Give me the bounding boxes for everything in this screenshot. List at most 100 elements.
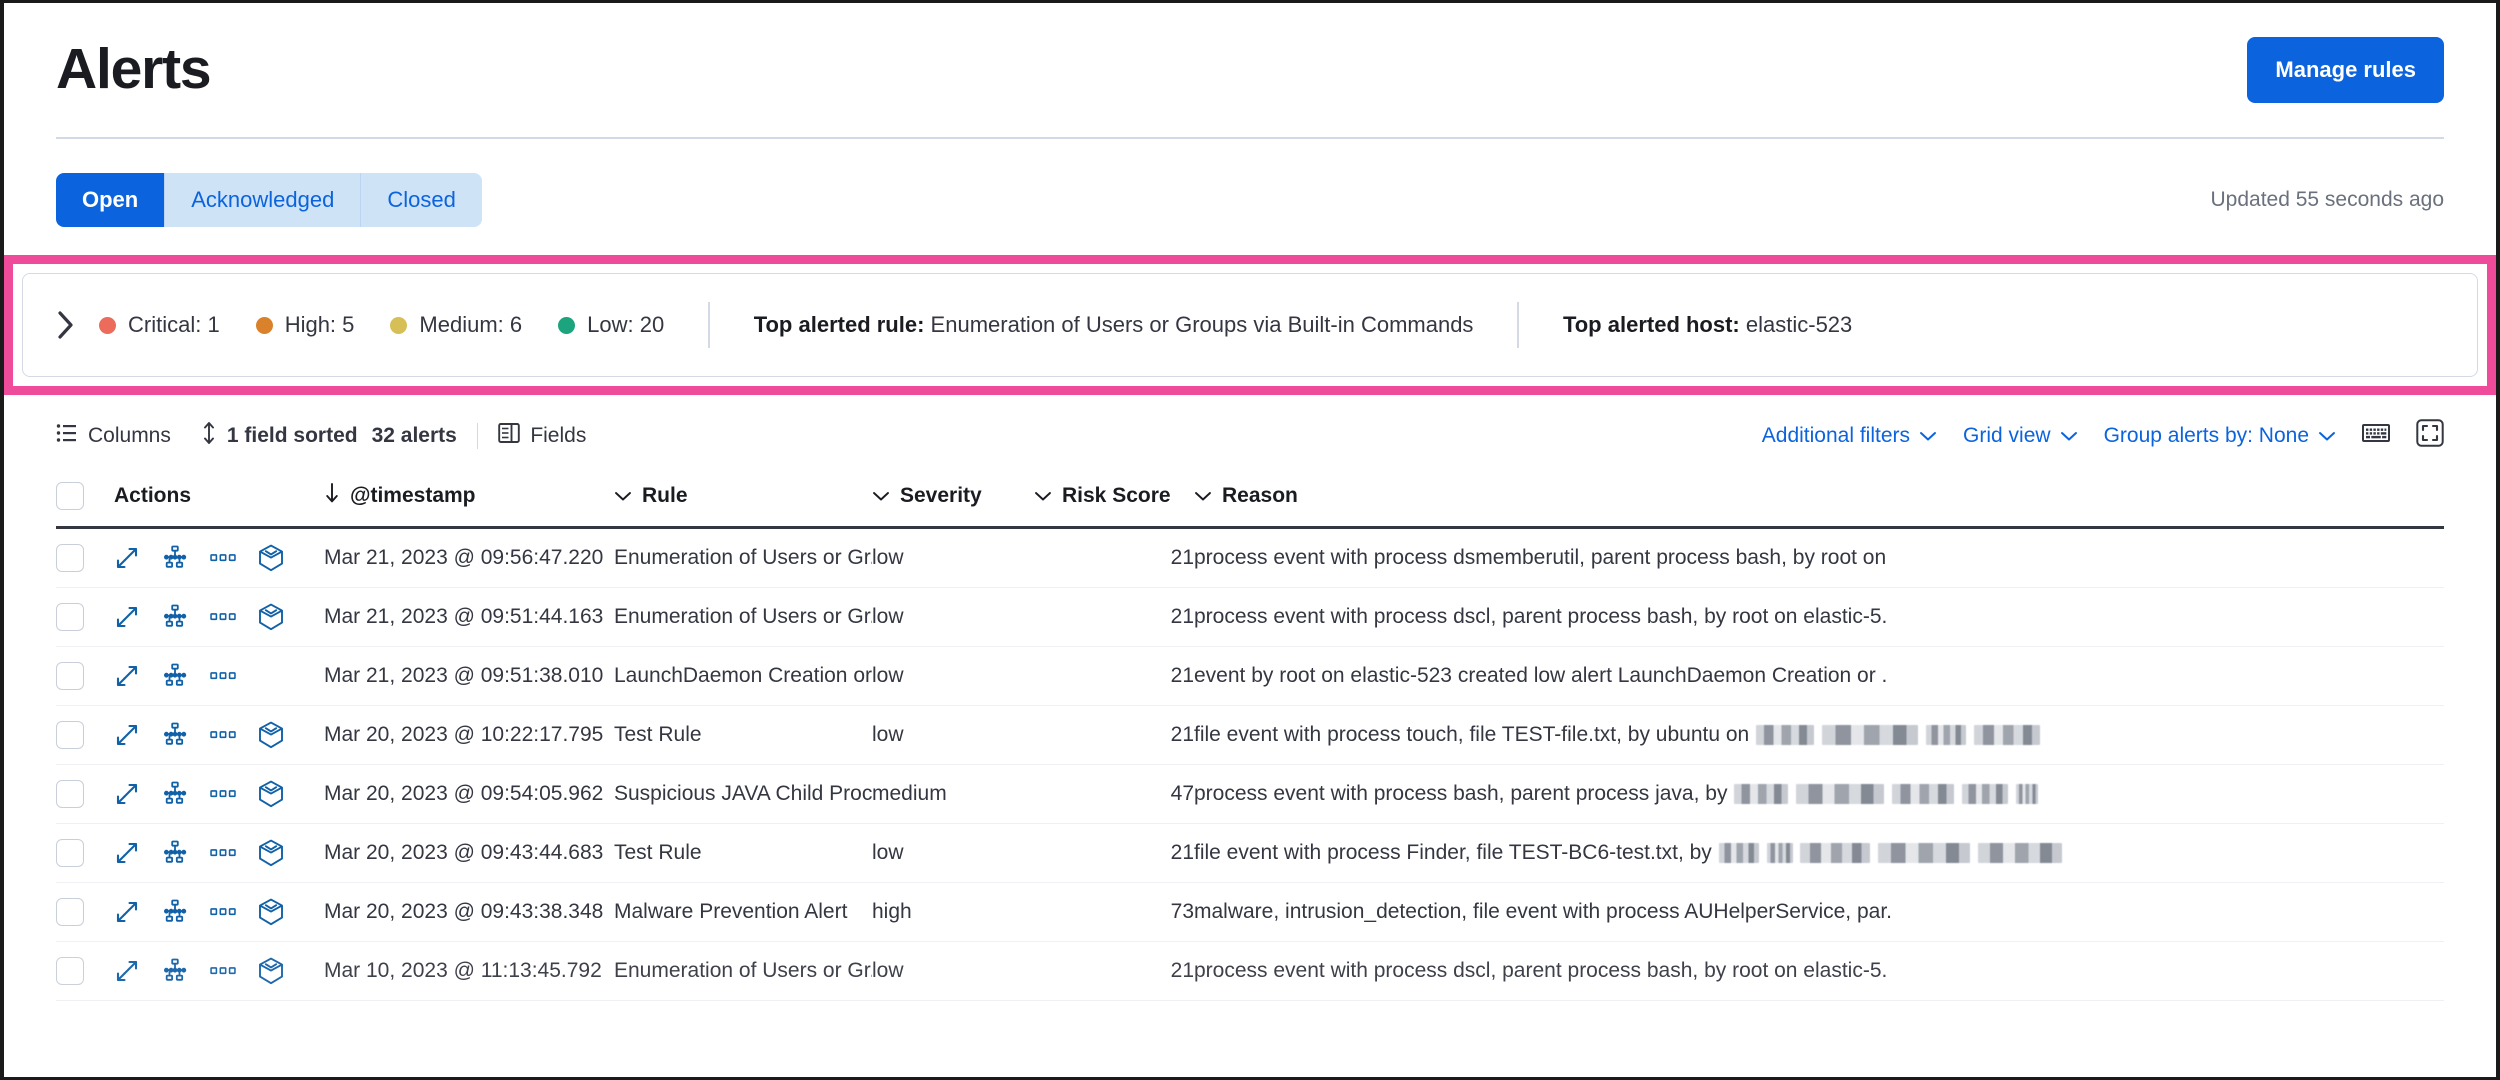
row-select-cell bbox=[56, 705, 114, 765]
row-checkbox[interactable] bbox=[56, 898, 84, 926]
table-row[interactable]: Mar 20, 2023 @ 09:54:05.962 Suspicious JA… bbox=[56, 764, 2444, 824]
column-header-severity[interactable]: Severity bbox=[872, 468, 1034, 529]
analyzer-icon[interactable] bbox=[162, 663, 188, 689]
severity-critical[interactable]: Critical: 1 bbox=[99, 312, 220, 338]
session-view-icon[interactable] bbox=[258, 898, 284, 926]
cell-rule: Suspicious JAVA Child Proc... bbox=[614, 764, 872, 824]
expand-icon[interactable] bbox=[114, 545, 140, 571]
fullscreen-button[interactable] bbox=[2416, 419, 2444, 452]
cell-severity: high bbox=[872, 882, 1034, 942]
more-actions-icon[interactable] bbox=[210, 663, 236, 689]
row-checkbox[interactable] bbox=[56, 839, 84, 867]
table-row[interactable]: Mar 21, 2023 @ 09:56:47.220 Enumeration o… bbox=[56, 527, 2444, 588]
status-filter-group[interactable]: Open Acknowledged Closed bbox=[56, 173, 482, 227]
alerts-summary-panel: Critical: 1 High: 5 Medium: 6 Low: 20 To… bbox=[22, 273, 2478, 377]
tab-open[interactable]: Open bbox=[56, 173, 166, 227]
table-row[interactable]: Mar 20, 2023 @ 09:43:44.683 Test Rule low 2… bbox=[56, 823, 2444, 883]
keyboard-icon bbox=[2362, 422, 2390, 449]
column-header-timestamp[interactable]: @timestamp bbox=[324, 468, 614, 529]
session-view-icon[interactable] bbox=[258, 721, 284, 749]
row-checkbox[interactable] bbox=[56, 721, 84, 749]
expand-icon[interactable] bbox=[114, 663, 140, 689]
cell-risk-score: 21 bbox=[1034, 587, 1194, 647]
expand-icon[interactable] bbox=[114, 722, 140, 748]
more-actions-icon[interactable] bbox=[210, 958, 236, 984]
row-checkbox[interactable] bbox=[56, 780, 84, 808]
table-row[interactable]: Mar 21, 2023 @ 09:51:44.163 Enumeration o… bbox=[56, 587, 2444, 647]
table-body: Mar 21, 2023 @ 09:56:47.220 Enumeration o… bbox=[56, 527, 2444, 1001]
row-select-cell bbox=[56, 764, 114, 824]
row-select-cell bbox=[56, 941, 114, 1001]
session-view-icon[interactable] bbox=[258, 544, 284, 572]
chevron-down-icon[interactable] bbox=[1194, 484, 1212, 508]
tab-closed[interactable]: Closed bbox=[361, 173, 482, 227]
row-select-cell bbox=[56, 646, 114, 706]
row-checkbox[interactable] bbox=[56, 957, 84, 985]
analyzer-icon[interactable] bbox=[162, 840, 188, 866]
table-row[interactable]: Mar 20, 2023 @ 10:22:17.795 Test Rule low 2… bbox=[56, 705, 2444, 765]
row-actions-cell bbox=[114, 823, 324, 883]
manage-rules-button[interactable]: Manage rules bbox=[2247, 37, 2444, 103]
row-checkbox[interactable] bbox=[56, 544, 84, 572]
tab-acknowledged[interactable]: Acknowledged bbox=[165, 173, 362, 227]
table-row[interactable]: Mar 20, 2023 @ 09:43:38.348 Malware Preve… bbox=[56, 882, 2444, 942]
chevron-down-icon[interactable] bbox=[872, 484, 890, 508]
sort-updown-icon bbox=[201, 421, 217, 450]
chevron-down-icon[interactable] bbox=[1034, 484, 1052, 508]
sort-fields-button[interactable]: 1 field sorted bbox=[201, 421, 358, 450]
grid-view-label: Grid view bbox=[1963, 423, 2051, 447]
chevron-down-icon[interactable] bbox=[614, 484, 632, 508]
more-actions-icon[interactable] bbox=[210, 545, 236, 571]
row-checkbox[interactable] bbox=[56, 603, 84, 631]
keyboard-shortcuts-button[interactable] bbox=[2362, 422, 2390, 449]
more-actions-icon[interactable] bbox=[210, 899, 236, 925]
session-view-icon[interactable] bbox=[258, 839, 284, 867]
session-view-icon[interactable] bbox=[258, 957, 284, 985]
more-actions-icon[interactable] bbox=[210, 722, 236, 748]
analyzer-icon[interactable] bbox=[162, 899, 188, 925]
expand-icon[interactable] bbox=[114, 781, 140, 807]
redacted-text bbox=[1733, 782, 2038, 805]
cell-rule: LaunchDaemon Creation or... bbox=[614, 646, 872, 706]
additional-filters-label: Additional filters bbox=[1761, 423, 1911, 447]
column-header-risk-score[interactable]: Risk Score bbox=[1034, 468, 1194, 529]
column-header-rule[interactable]: Rule bbox=[614, 468, 872, 529]
sorted-fields-label: 1 field sorted bbox=[226, 423, 358, 447]
expand-icon[interactable] bbox=[114, 840, 140, 866]
expand-icon[interactable] bbox=[114, 958, 140, 984]
session-view-icon[interactable] bbox=[258, 780, 284, 808]
more-actions-icon[interactable] bbox=[210, 781, 236, 807]
analyzer-icon[interactable] bbox=[162, 545, 188, 571]
cell-rule: Malware Prevention Alert bbox=[614, 882, 872, 942]
severity-low[interactable]: Low: 20 bbox=[558, 312, 664, 338]
analyzer-icon[interactable] bbox=[162, 781, 188, 807]
grid-view-button[interactable]: Grid view bbox=[1963, 424, 2078, 448]
chevron-right-icon[interactable] bbox=[49, 308, 83, 342]
columns-button[interactable]: Columns bbox=[56, 423, 171, 449]
severity-high[interactable]: High: 5 bbox=[255, 312, 354, 338]
analyzer-icon[interactable] bbox=[162, 604, 188, 630]
more-actions-icon[interactable] bbox=[210, 840, 236, 866]
expand-icon[interactable] bbox=[114, 604, 140, 630]
table-row[interactable]: Mar 21, 2023 @ 09:51:38.010 LaunchDaemon … bbox=[56, 646, 2444, 706]
cell-rule: Test Rule bbox=[614, 705, 872, 765]
select-all-checkbox[interactable] bbox=[56, 482, 84, 510]
expand-icon[interactable] bbox=[114, 899, 140, 925]
fields-button[interactable]: Fields bbox=[498, 422, 586, 450]
table-header-row: Actions @timestamp Rule Severity Risk Sc… bbox=[56, 468, 2444, 529]
grid-toolbar: Columns 1 field sorted 32 alerts Fields … bbox=[56, 395, 2444, 468]
session-view-icon[interactable] bbox=[258, 603, 284, 631]
table-row[interactable]: Mar 10, 2023 @ 11:13:45.792 Enumeration o… bbox=[56, 941, 2444, 1001]
group-alerts-by-button[interactable]: Group alerts by: None bbox=[2104, 424, 2336, 448]
additional-filters-button[interactable]: Additional filters bbox=[1762, 424, 1937, 448]
fields-label: Fields bbox=[530, 423, 587, 447]
analyzer-icon[interactable] bbox=[162, 722, 188, 748]
more-actions-icon[interactable] bbox=[210, 604, 236, 630]
column-header-reason[interactable]: Reason bbox=[1194, 468, 2444, 529]
cell-reason: file event with process Finder, file TES… bbox=[1194, 823, 2444, 883]
analyzer-icon[interactable] bbox=[162, 958, 188, 984]
arrow-down-icon bbox=[324, 483, 340, 509]
cell-reason: process event with process dsmemberutil,… bbox=[1194, 527, 2444, 588]
row-checkbox[interactable] bbox=[56, 662, 84, 690]
severity-medium[interactable]: Medium: 6 bbox=[390, 312, 522, 338]
